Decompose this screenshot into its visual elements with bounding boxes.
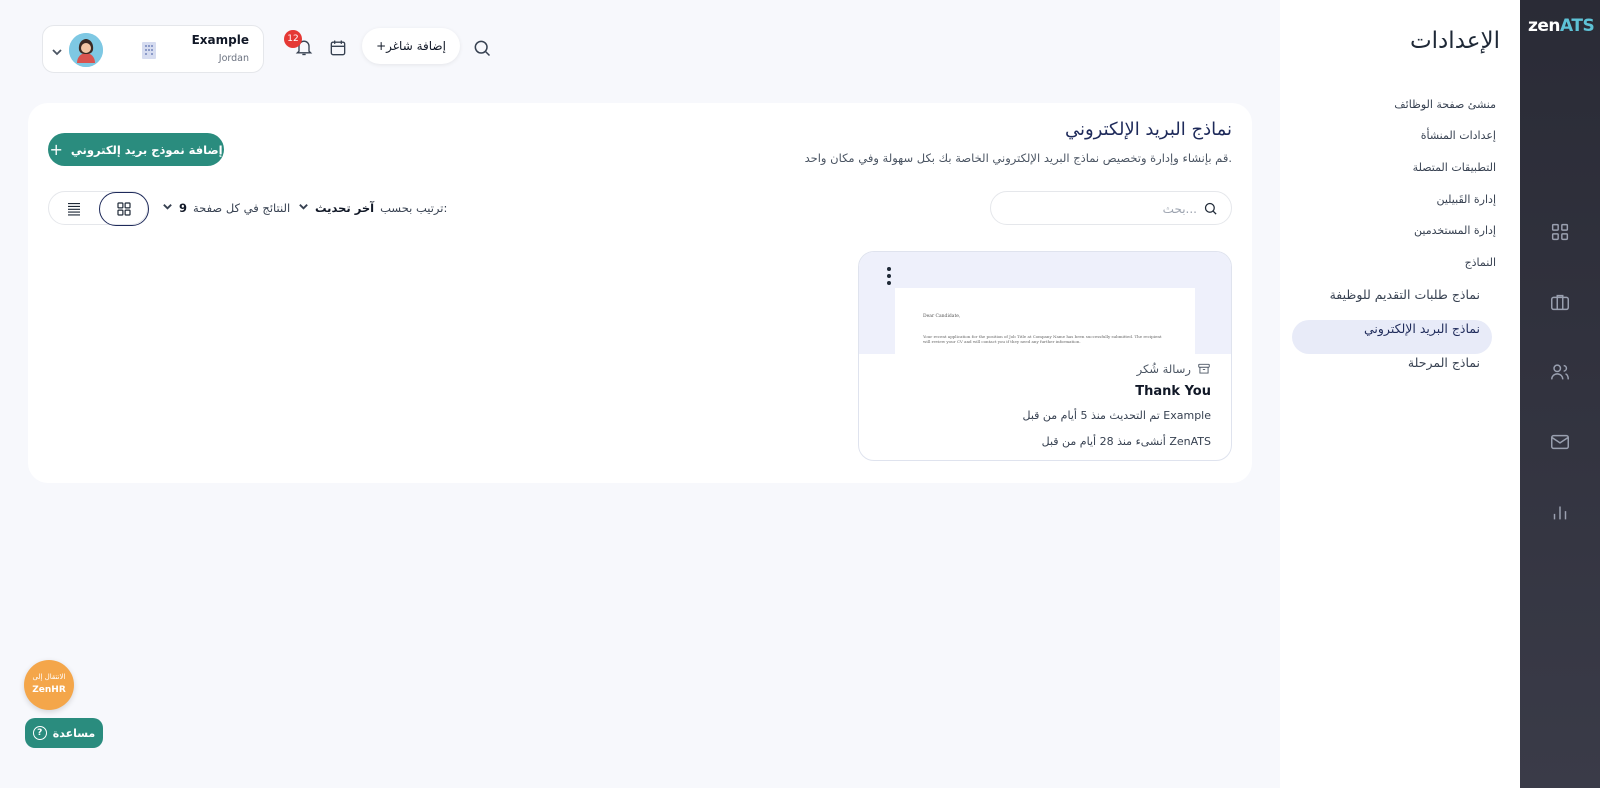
sub-email-templates[interactable]: نماذج البريد الإلكتروني	[1364, 321, 1480, 336]
preview-greeting: Dear Candidate,	[923, 314, 961, 319]
sub-application-templates[interactable]: نماذج طلبات التقديم للوظيفة	[1330, 287, 1480, 302]
nav-templates[interactable]: النماذج	[1465, 256, 1496, 269]
building-icon	[137, 39, 161, 61]
template-preview-page: Dear Candidate, Your recent application …	[895, 288, 1195, 354]
help-icon: ?	[32, 726, 47, 740]
help-button[interactable]: ? مساعدة	[25, 718, 103, 748]
template-created: أنشىء منذ 28 أيام من قبل ZenATS	[1041, 435, 1211, 448]
chevron-down-icon	[298, 201, 309, 215]
more-options-icon[interactable]	[881, 266, 897, 286]
users-icon[interactable]	[1546, 358, 1574, 386]
page-description: قم بإنشاء وإدارة وتخصيص نماذج البريد الإ…	[804, 151, 1232, 165]
header-search-icon[interactable]	[472, 38, 494, 60]
mail-icon[interactable]	[1546, 428, 1574, 456]
add-vacancy-button[interactable]: +إضافة شاغر	[362, 28, 460, 64]
settings-sidebar: الإعدادات منشئ صفحة الوظائف إعدادات المن…	[1280, 0, 1520, 788]
template-updated: تم التحديث منذ 5 أيام من قبل Example	[1022, 409, 1212, 422]
template-card[interactable]: Dear Candidate, Your recent application …	[858, 251, 1232, 461]
list-toolbar: 9 النتائج في كل صفحة آخر تحديث ترتيب بحس…	[48, 191, 468, 226]
briefcase-icon[interactable]	[1546, 288, 1574, 316]
bar-chart-icon[interactable]	[1546, 498, 1574, 526]
zenhr-line2: ZenHR	[32, 685, 66, 695]
nav-jobs-page-builder[interactable]: منشئ صفحة الوظائف	[1394, 98, 1496, 111]
account-country: Jordan	[218, 53, 249, 64]
per-page-value: 9	[179, 201, 188, 215]
page-title: نماذج البريد الإلكتروني	[1064, 119, 1232, 140]
nav-company-settings[interactable]: إعدادات المنشأة	[1421, 129, 1496, 142]
app-rail: zenATS	[1520, 0, 1600, 788]
template-category: رسالة شُكر	[1137, 362, 1211, 376]
chevron-down-icon	[51, 43, 63, 56]
zenhr-line1: الانتقال إلى	[32, 673, 66, 681]
add-email-template-label: إضافة نموذج بريد إلكتروني	[70, 142, 223, 157]
account-switcher[interactable]: Example Jordan	[42, 25, 264, 73]
notification-badge: 12	[284, 30, 302, 48]
archive-icon	[1198, 363, 1210, 374]
plus-icon: +	[49, 140, 63, 159]
sort-select[interactable]: آخر تحديث ترتيب بحسب:	[298, 191, 447, 225]
sort-value: آخر تحديث	[315, 201, 375, 215]
per-page-select[interactable]: 9 النتائج في كل صفحة	[162, 191, 290, 225]
search-input[interactable]	[1007, 199, 1197, 219]
grid-view-button[interactable]	[99, 192, 149, 226]
template-title: Thank You	[1135, 384, 1211, 399]
go-to-zenhr-button[interactable]: الانتقال إلى ZenHR	[24, 660, 74, 710]
settings-title: الإعدادات	[1410, 28, 1500, 54]
per-page-label: النتائج في كل صفحة	[193, 201, 291, 215]
grid-icon[interactable]	[1546, 218, 1574, 246]
search-field[interactable]	[990, 191, 1232, 225]
chevron-down-icon	[162, 201, 173, 215]
nav-connected-apps[interactable]: التطبيقات المتصلة	[1413, 161, 1496, 174]
account-name: Example	[191, 33, 249, 47]
calendar-icon[interactable]	[328, 38, 350, 60]
nav-manage-users[interactable]: إدارة المستخدمين	[1414, 224, 1496, 237]
list-view-button[interactable]	[49, 192, 99, 226]
grid-icon	[117, 202, 131, 216]
add-email-template-button[interactable]: + إضافة نموذج بريد إلكتروني	[48, 133, 224, 166]
nav-manage-applicants[interactable]: إدارة القَبيلين	[1436, 193, 1496, 206]
list-icon	[68, 202, 80, 216]
view-toggle	[48, 191, 149, 226]
help-label: مساعدة	[52, 726, 96, 740]
template-preview: Dear Candidate, Your recent application …	[859, 252, 1231, 354]
search-icon	[1203, 201, 1219, 217]
sort-label: ترتيب بحسب:	[380, 201, 448, 215]
zenats-logo[interactable]: zenATS	[1528, 16, 1595, 36]
sub-stage-templates[interactable]: نماذج المرحلة	[1408, 355, 1480, 370]
template-category-label: رسالة شُكر	[1136, 362, 1191, 376]
email-templates-panel: نماذج البريد الإلكتروني قم بإنشاء وإدارة…	[28, 103, 1252, 483]
avatar	[69, 33, 103, 67]
preview-body: Your recent application for the position…	[923, 334, 1162, 344]
